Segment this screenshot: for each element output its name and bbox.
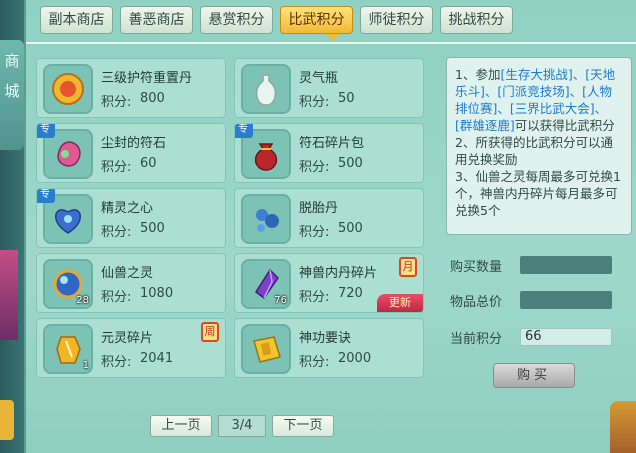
item-score: 720: [338, 286, 363, 301]
pagination: 上一页 3/4 下一页: [150, 415, 334, 437]
item-score: 2000: [338, 351, 372, 366]
buy-button[interactable]: 购买: [493, 363, 575, 388]
pill-icon: [241, 194, 291, 244]
quantity-field[interactable]: [520, 256, 612, 274]
update-ribbon: 更新: [377, 294, 423, 312]
exclusive-tag: 专: [37, 189, 55, 203]
next-page-button[interactable]: 下一页: [272, 415, 334, 437]
item-grid: 三级护符重置丹 积分: 800 灵气瓶 积分: 50 专 尘封的符石 积分: 6…: [36, 58, 424, 378]
item-score: 500: [140, 221, 165, 236]
crystal-icon: 76: [241, 259, 291, 309]
item-name: 仙兽之灵: [101, 266, 154, 281]
item-name: 三级护符重置丹: [101, 71, 193, 86]
score-label: 积分:: [299, 290, 330, 305]
store-side-tab[interactable]: 商 城: [0, 40, 24, 150]
total-price-label: 物品总价: [450, 295, 503, 310]
item-score: 1080: [140, 286, 174, 301]
item-card[interactable]: 灵气瓶 积分: 50: [234, 58, 424, 118]
item-card[interactable]: 1 周 元灵碎片 积分: 2041: [36, 318, 226, 378]
item-score: 800: [140, 91, 165, 106]
item-name: 精灵之心: [101, 201, 154, 216]
item-card[interactable]: 76 月 神兽内丹碎片 积分: 720 更新: [234, 253, 424, 313]
weekly-badge: 周: [201, 322, 219, 342]
item-name: 灵气瓶: [299, 71, 339, 86]
score-label: 积分:: [101, 95, 132, 110]
tab-dungeon-shop[interactable]: 副本商店: [40, 6, 113, 34]
item-count: 76: [274, 295, 287, 306]
rule-3: 3、仙兽之灵每周最多可兑换1个，神兽内丹碎片每月最多可兑换5个: [455, 169, 621, 218]
score-label: 积分:: [101, 225, 132, 240]
tab-challenge-points[interactable]: 挑战积分: [440, 6, 513, 34]
rule-1-suffix: 可以获得比武积分: [514, 118, 615, 133]
item-card[interactable]: 神功要诀 积分: 2000: [234, 318, 424, 378]
orb-icon: 28: [43, 259, 93, 309]
item-count: 1: [82, 360, 89, 371]
monthly-badge: 月: [399, 257, 417, 277]
score-label: 积分:: [299, 355, 330, 370]
medal-icon: [43, 64, 93, 114]
vase-icon: [241, 64, 291, 114]
store-tab-char-2: 城: [4, 82, 20, 100]
current-points-value: 66: [520, 328, 612, 346]
item-card[interactable]: 专 尘封的符石 积分: 60: [36, 123, 226, 183]
rule-1: 1、参加[生存大挑战]、[天地乐斗]、[门派竞技场]、[人物排位赛]、[三界比武…: [455, 66, 623, 134]
score-label: 积分:: [299, 95, 330, 110]
item-name: 尘封的符石: [101, 136, 167, 151]
exclusive-tag: 专: [37, 124, 55, 138]
item-score: 2041: [140, 351, 174, 366]
item-score: 500: [338, 156, 363, 171]
prev-page-button[interactable]: 上一页: [150, 415, 212, 437]
tab-karma-shop[interactable]: 善恶商店: [120, 6, 193, 34]
tab-combat-points[interactable]: 比武积分: [280, 6, 353, 34]
rules-info-box: 1、参加[生存大挑战]、[天地乐斗]、[门派竞技场]、[人物排位赛]、[三界比武…: [446, 57, 632, 235]
tab-bounty-points[interactable]: 悬赏积分: [200, 6, 273, 34]
item-name: 神功要诀: [299, 331, 352, 346]
item-count: 28: [76, 295, 89, 306]
quantity-label: 购买数量: [450, 260, 503, 275]
side-ribbon-decoration: [0, 250, 18, 340]
item-name: 符石碎片包: [299, 136, 365, 151]
item-card[interactable]: 脱胎丹 积分: 500: [234, 188, 424, 248]
item-name: 脱胎丹: [299, 201, 339, 216]
rule-1-prefix: 1、参加: [455, 67, 501, 82]
item-score: 500: [338, 221, 363, 236]
shard-icon: 1: [43, 324, 93, 374]
tab-bar: 副本商店 善恶商店 悬赏积分 比武积分 师徒积分 挑战积分: [40, 6, 513, 36]
item-card[interactable]: 28 仙兽之灵 积分: 1080: [36, 253, 226, 313]
item-name: 元灵碎片: [101, 331, 154, 346]
gold-ornament: [0, 400, 14, 440]
item-name: 神兽内丹碎片: [299, 266, 378, 281]
book-icon: [241, 324, 291, 374]
exclusive-tag: 专: [235, 124, 253, 138]
item-card[interactable]: 三级护符重置丹 积分: 800: [36, 58, 226, 118]
tab-mentor-points[interactable]: 师徒积分: [360, 6, 433, 34]
score-label: 积分:: [101, 290, 132, 305]
corner-ornament: [610, 401, 636, 453]
shop-panel: 副本商店 善恶商店 悬赏积分 比武积分 师徒积分 挑战积分 三级护符重置丹 积分…: [24, 0, 636, 453]
item-card[interactable]: 专 符石碎片包 积分: 500: [234, 123, 424, 183]
item-score: 60: [140, 156, 157, 171]
store-tab-char-1: 商: [4, 52, 20, 70]
score-label: 积分:: [101, 355, 132, 370]
score-label: 积分:: [299, 225, 330, 240]
total-price-field: [520, 291, 612, 309]
score-label: 积分:: [299, 160, 330, 175]
page-indicator: 3/4: [218, 415, 266, 437]
score-label: 积分:: [101, 160, 132, 175]
active-tab-pointer: [326, 34, 340, 41]
item-card[interactable]: 专 精灵之心 积分: 500: [36, 188, 226, 248]
current-points-label: 当前积分: [450, 332, 503, 347]
tab-divider: [26, 42, 636, 44]
item-score: 50: [338, 91, 355, 106]
rule-2: 2、所获得的比武积分可以通用兑换奖励: [455, 135, 613, 167]
